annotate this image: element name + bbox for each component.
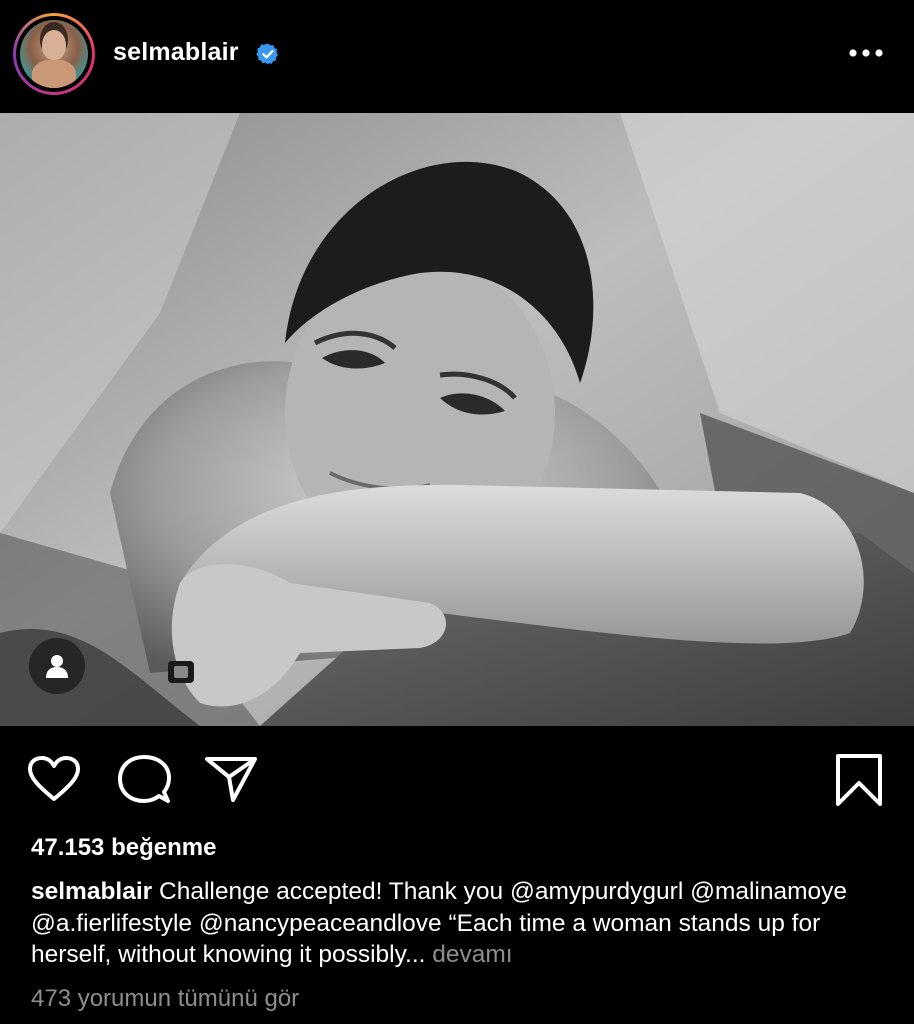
avatar[interactable] [20,20,88,88]
photo-illustration [0,113,914,726]
story-ring[interactable] [13,13,95,95]
paper-plane-icon[interactable] [203,754,259,804]
view-all-comments-link[interactable]: 473 yorumun tümünü gör [31,985,299,1013]
heart-icon[interactable] [27,755,81,803]
tagged-people-button[interactable] [29,638,85,694]
likes-count[interactable]: 47.153 beğenme [31,834,216,862]
username-link[interactable]: selmablair [113,38,239,67]
bookmark-icon[interactable] [834,753,884,807]
instagram-post: selmablair 47.153 beğenme selmablair Cha… [0,0,914,1024]
action-bar [0,745,914,815]
caption-more-link[interactable]: devamı [432,941,512,968]
post-photo[interactable] [0,113,914,726]
post-header: selmablair [0,0,914,112]
verified-badge-icon [256,43,278,65]
post-caption: selmablair Challenge accepted! Thank you… [31,876,891,971]
more-options-icon[interactable] [848,46,884,60]
comment-bubble-icon[interactable] [117,754,171,806]
person-icon [46,655,68,678]
caption-username[interactable]: selmablair [31,878,152,905]
